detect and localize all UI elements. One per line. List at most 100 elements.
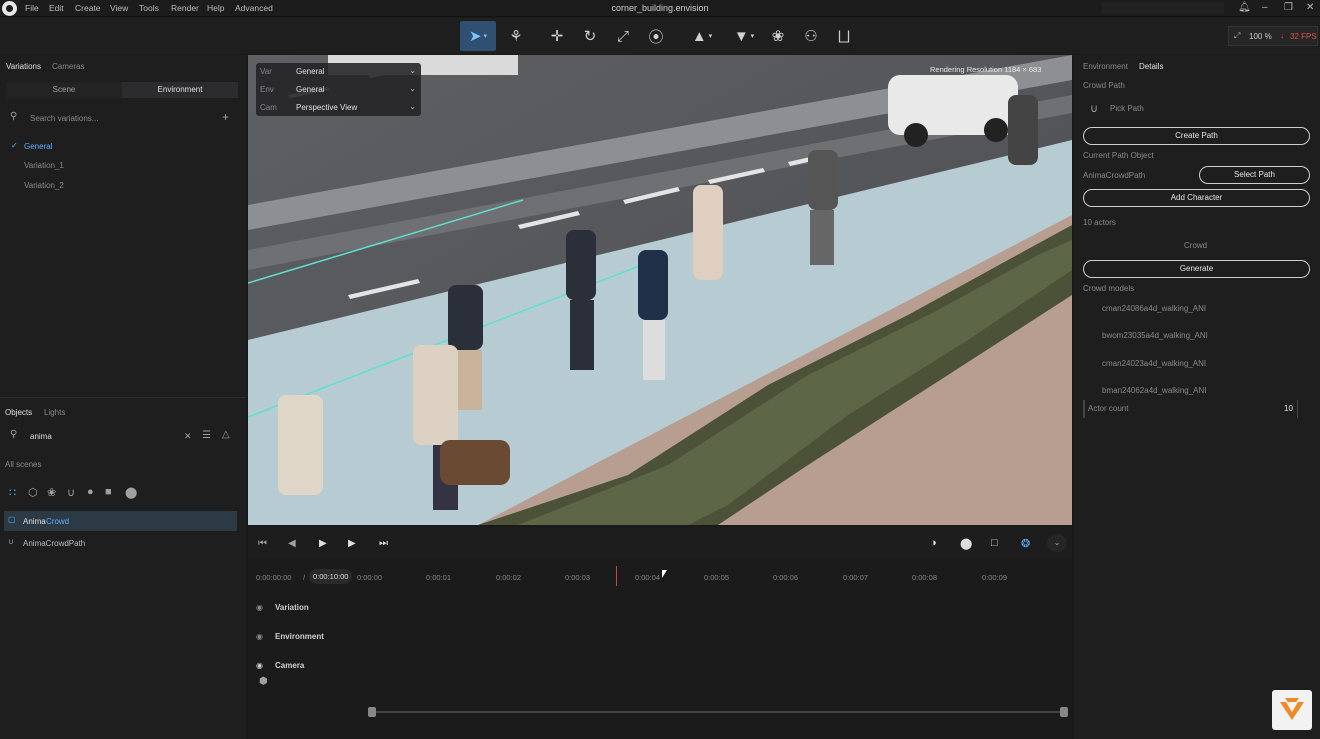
camera-filter-icon[interactable]: ■	[105, 486, 112, 498]
shapes-icon[interactable]: △	[222, 429, 230, 440]
timeline-tick: 0:00:02	[496, 573, 522, 582]
brand-logo-icon	[1280, 698, 1304, 720]
overlay-var-row[interactable]: Var General ⌄	[256, 63, 421, 80]
object-row-animacrowd[interactable]: ▢ Anima Crowd	[4, 511, 237, 531]
zoom-fps-display[interactable]: ⤢ 100 % ↓ 32 FPS	[1228, 26, 1318, 46]
bell-icon[interactable]: 🔔︎	[1238, 2, 1251, 13]
tab-lights[interactable]: Lights	[44, 408, 65, 417]
render-sphere-icon[interactable]: ◑	[930, 537, 937, 549]
play-icon[interactable]: ▶	[319, 538, 327, 549]
track-label: Variation	[275, 603, 309, 612]
tab-environment[interactable]: Environment	[1083, 62, 1128, 71]
playhead[interactable]	[616, 566, 617, 586]
folder-icon[interactable]: □	[991, 537, 998, 549]
palette-icon[interactable]: ⬤	[960, 537, 972, 550]
paint-tool-icon[interactable]: ⚘	[501, 21, 531, 51]
overlay-key: Env	[260, 85, 274, 94]
create-path-button[interactable]: Create Path	[1083, 127, 1310, 145]
pick-path-button[interactable]: Pick Path	[1110, 104, 1144, 113]
path-tool-icon[interactable]: ⨆	[829, 21, 859, 51]
menu-advanced[interactable]: Advanced	[235, 3, 273, 13]
menu-create[interactable]: Create	[75, 3, 101, 13]
eye-icon[interactable]: ◉	[256, 661, 263, 670]
box-icon[interactable]: ⬡	[28, 486, 38, 499]
material-filter-icon[interactable]: ⬤	[125, 486, 137, 499]
overlay-value: General	[296, 85, 325, 94]
all-types-icon[interactable]: ∷	[9, 486, 16, 499]
expand-chevron-icon[interactable]: ⌄	[1047, 534, 1067, 552]
skip-end-icon[interactable]: ⏭	[379, 538, 388, 549]
menu-tools[interactable]: Tools	[139, 3, 159, 13]
check-icon: ✓	[11, 141, 18, 150]
overlay-cam-row[interactable]: Cam Perspective View ⌄	[256, 99, 421, 116]
menu-bar: File Edit Create View Tools Render Help …	[0, 0, 1320, 17]
scale-tool-icon[interactable]: ⤢	[608, 21, 638, 51]
menu-file[interactable]: File	[25, 3, 39, 13]
select-path-button[interactable]: Select Path	[1199, 166, 1310, 184]
scroll-handle-end[interactable]	[1060, 707, 1068, 717]
eye-icon[interactable]: ◉	[256, 632, 263, 641]
crowd-model-item[interactable]: cman24023a4d_walking_ANI	[1102, 359, 1206, 368]
vegetation-icon[interactable]: ❀	[47, 486, 56, 499]
light-filter-icon[interactable]: ●	[87, 486, 94, 498]
add-variation-icon[interactable]: +	[222, 110, 229, 124]
tab-details[interactable]: Details	[1139, 62, 1163, 71]
overlay-key: Cam	[260, 103, 277, 112]
fps-value: 32 FPS	[1290, 32, 1317, 41]
people-tool-icon[interactable]: ⚇	[796, 21, 826, 51]
tab-variations[interactable]: Variations	[6, 62, 41, 71]
restore-icon[interactable]: ❐	[1284, 2, 1293, 13]
measure-tool-icon[interactable]: ⦿	[641, 21, 671, 51]
crowd-tool-icon[interactable]: ❀	[763, 21, 793, 51]
variation-2[interactable]: Variation_2	[24, 181, 64, 190]
search-field[interactable]	[1102, 2, 1224, 14]
menu-help[interactable]: Help	[207, 3, 224, 13]
object-search-input[interactable]: anima	[30, 432, 52, 441]
path-filter-icon[interactable]: ∪	[67, 486, 75, 499]
skip-start-icon[interactable]: ⏮	[258, 538, 267, 549]
variation-1[interactable]: Variation_1	[24, 161, 64, 170]
actor-count-value[interactable]: 10	[1284, 404, 1293, 413]
step-forward-icon[interactable]: ▶	[348, 538, 356, 549]
menu-edit[interactable]: Edit	[49, 3, 64, 13]
clear-search-icon[interactable]: ✕	[184, 431, 192, 442]
timeline-tick: 0:00:04	[635, 573, 661, 582]
light-tool-icon[interactable]: ▼ ▾	[726, 21, 762, 51]
segment-scene[interactable]: Scene	[6, 82, 122, 98]
minimize-icon[interactable]: –	[1262, 2, 1268, 13]
path-object-icon: ∪	[8, 537, 14, 546]
generate-button[interactable]: Generate	[1083, 260, 1310, 278]
timeline-tick: 0:00:05	[704, 573, 730, 582]
close-icon[interactable]: ✕	[1306, 2, 1314, 13]
filter-icon[interactable]: ☰	[202, 430, 211, 441]
total-duration-field[interactable]: 0:00:10:00	[309, 569, 353, 584]
menu-view[interactable]: View	[110, 3, 128, 13]
menu-render[interactable]: Render	[171, 3, 199, 13]
scroll-handle-start[interactable]	[368, 707, 376, 717]
timeline-scrollbar[interactable]	[372, 711, 1064, 713]
crowd-models-label: Crowd models	[1083, 284, 1135, 293]
terrain-tool-icon[interactable]: ▲ ▾	[684, 21, 720, 51]
variation-search-input[interactable]: Search variations...	[30, 114, 98, 123]
pick-path-icon[interactable]: ∪	[1090, 102, 1098, 115]
object-row-animacrowdpath[interactable]: ∪ AnimaCrowdPath	[4, 533, 237, 553]
overlay-env-row[interactable]: Env General ⌄	[256, 81, 421, 98]
segment-environment[interactable]: Environment	[122, 82, 238, 98]
tab-cameras[interactable]: Cameras	[52, 62, 84, 71]
move-tool-icon[interactable]: ✛	[542, 21, 572, 51]
crowd-model-item[interactable]: bwom23035a4d_walking_ANI	[1102, 331, 1208, 340]
step-back-icon[interactable]: ◀	[288, 538, 296, 549]
tab-objects[interactable]: Objects	[5, 408, 32, 417]
select-tool-icon[interactable]: ➤ ▾	[460, 21, 496, 51]
add-character-button[interactable]: Add Character	[1083, 189, 1310, 207]
render-viewport[interactable]	[248, 55, 1072, 525]
render-settings-icon[interactable]: ❂	[1021, 537, 1030, 550]
variation-general[interactable]: General	[24, 142, 52, 151]
rotate-tool-icon[interactable]: ↻	[575, 21, 605, 51]
add-keyframe-icon[interactable]: ⬢	[259, 676, 268, 687]
eye-icon[interactable]: ◉	[256, 603, 263, 612]
crowd-model-item[interactable]: cman24086a4d_walking_ANI	[1102, 304, 1206, 313]
track-label: Environment	[275, 632, 324, 641]
crowd-model-item[interactable]: bman24062a4d_walking_ANI	[1102, 386, 1207, 395]
mouse-cursor	[662, 570, 667, 578]
